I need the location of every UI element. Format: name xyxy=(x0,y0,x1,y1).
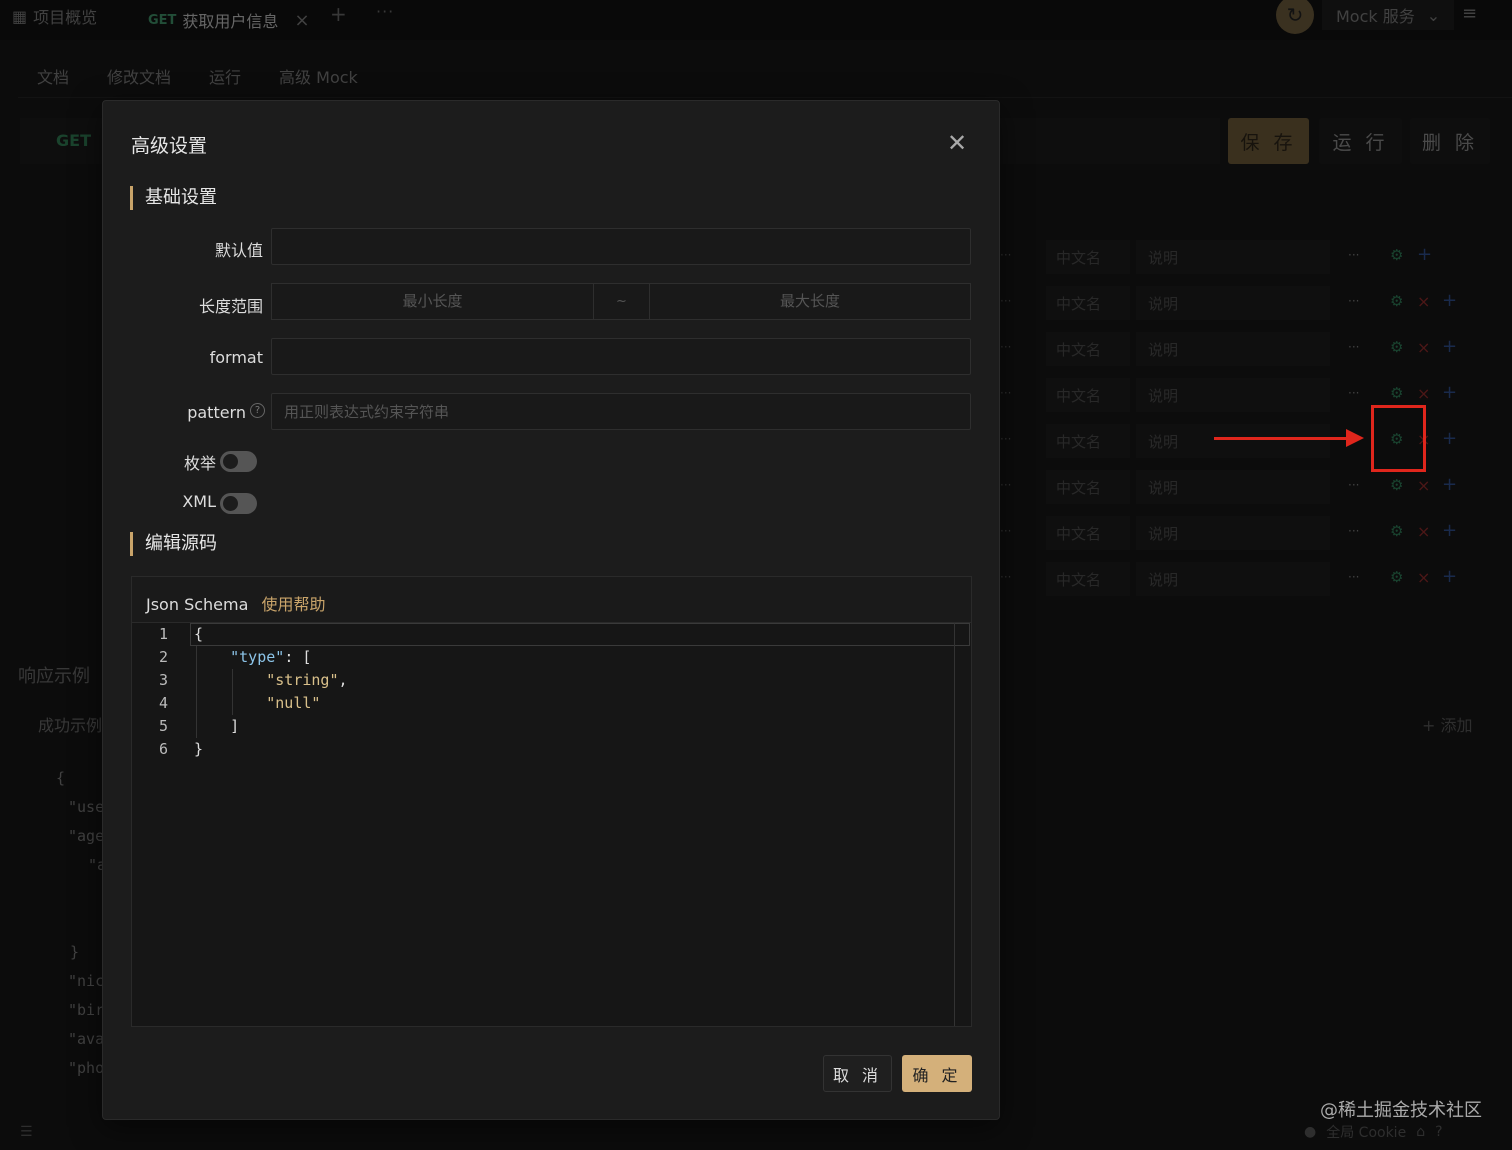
min-length-input[interactable]: 最小长度 xyxy=(272,284,593,319)
line-number: 2 xyxy=(158,648,168,666)
section-basic-settings: 基础设置 xyxy=(130,186,217,210)
code-line-6: 6 } xyxy=(132,738,971,761)
toggle-knob xyxy=(223,454,238,469)
code-line-2: 2 "type": [ xyxy=(132,646,971,669)
close-icon[interactable]: ✕ xyxy=(947,129,967,157)
default-value-input[interactable] xyxy=(271,228,971,265)
xml-toggle[interactable] xyxy=(220,493,257,514)
code-text: } xyxy=(194,740,204,758)
question-icon[interactable]: ? xyxy=(250,403,265,418)
length-range-input: 最小长度 ~ 最大长度 xyxy=(271,283,971,320)
section-edit-source: 编辑源码 xyxy=(130,532,217,556)
annotation-highlight-box xyxy=(1371,405,1426,472)
default-value-label: 默认值 xyxy=(214,241,263,260)
advanced-settings-modal: 高级设置 ✕ 基础设置 默认值 长度范围 最小长度 ~ 最大长度 format … xyxy=(102,100,1000,1120)
pattern-label: pattern xyxy=(187,403,246,422)
code-text: { xyxy=(194,625,204,643)
xml-label: XML xyxy=(182,492,216,511)
json-schema-editor: Json Schema 使用帮助 1 { 2 "type": [ 3 "stri… xyxy=(131,576,972,1027)
modal-title: 高级设置 xyxy=(131,135,208,157)
annotation-arrow-shaft xyxy=(1214,437,1354,440)
cancel-button[interactable]: 取 消 xyxy=(823,1055,892,1092)
max-length-input[interactable]: 最大长度 xyxy=(650,284,970,319)
line-number: 5 xyxy=(158,717,168,735)
line-number: 3 xyxy=(158,671,168,689)
code-text: "type": [ xyxy=(230,648,312,666)
code-line-5: 5 ] xyxy=(132,715,971,738)
range-separator: ~ xyxy=(593,284,650,319)
line-number: 1 xyxy=(158,625,168,643)
code-line-4: 4 "null" xyxy=(132,692,971,715)
pattern-input[interactable] xyxy=(271,393,971,430)
confirm-button[interactable]: 确 定 xyxy=(902,1055,972,1092)
code-text: "null" xyxy=(266,694,321,712)
line-number: 6 xyxy=(158,740,168,758)
editor-header: Json Schema 使用帮助 xyxy=(132,577,971,623)
code-line-1: 1 { xyxy=(132,623,971,646)
watermark: @稀土掘金技术社区 xyxy=(1320,1100,1482,1121)
usage-help-link[interactable]: 使用帮助 xyxy=(262,595,326,614)
length-range-label: 长度范围 xyxy=(198,297,263,316)
code-text: "string", xyxy=(266,671,348,689)
editor-title: Json Schema xyxy=(146,595,249,614)
annotation-arrow-head xyxy=(1346,429,1364,447)
code-text: ] xyxy=(194,717,240,735)
toggle-knob xyxy=(223,496,238,511)
code-editor-body[interactable]: 1 { 2 "type": [ 3 "string", 4 "null" 5 ] xyxy=(132,623,971,1026)
format-input[interactable] xyxy=(271,338,971,375)
enum-label: 枚举 xyxy=(183,454,216,473)
format-label: format xyxy=(209,348,263,367)
code-line-3: 3 "string", xyxy=(132,669,971,692)
line-number: 4 xyxy=(158,694,168,712)
enum-toggle[interactable] xyxy=(220,451,257,472)
